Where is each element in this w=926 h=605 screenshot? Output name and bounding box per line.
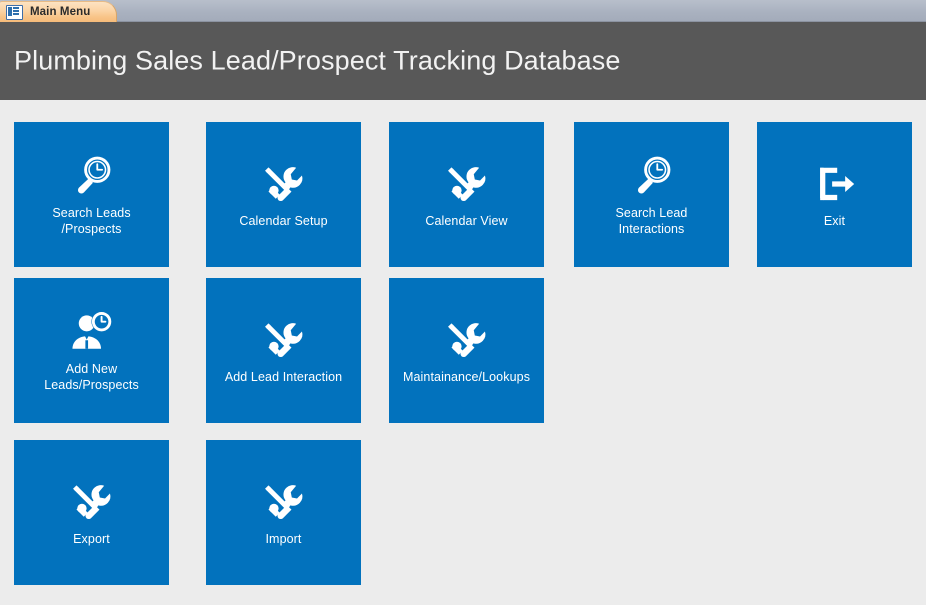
page-header: Plumbing Sales Lead/Prospect Tracking Da… [0, 22, 926, 100]
tools-icon [264, 322, 302, 357]
main-menu-tile-grid: Search Leads /Prospects Calendar Setup C… [0, 100, 926, 605]
tile-maintainance-lookups[interactable]: Maintainance/Lookups [389, 278, 544, 423]
tools-icon [447, 166, 485, 201]
tile-export[interactable]: Export [14, 440, 169, 585]
tile-search-leads-prospects[interactable]: Search Leads /Prospects [14, 122, 169, 267]
tile-label-calendar-view: Calendar View [425, 213, 508, 228]
tile-add-new-leads-prospects[interactable]: Add New Leads/Prospects [14, 278, 169, 423]
tools-icon [264, 484, 302, 519]
tile-import[interactable]: Import [206, 440, 361, 585]
form-grid-icon [6, 4, 23, 20]
document-tab-strip: Main Menu [0, 0, 926, 22]
tile-label-calendar-setup: Calendar Setup [239, 213, 328, 228]
magnifier-clock-icon [637, 156, 670, 193]
tab-main-menu-label: Main Menu [30, 6, 91, 18]
tile-add-lead-interaction[interactable]: Add Lead Interaction [206, 278, 361, 423]
tab-main-menu[interactable]: Main Menu [0, 1, 118, 22]
tools-icon [72, 484, 110, 519]
page-title: Plumbing Sales Lead/Prospect Tracking Da… [14, 45, 621, 76]
person-clock-icon [71, 310, 112, 349]
tile-label-search-leads-prospects: Search Leads /Prospects [52, 205, 131, 236]
tile-label-exit: Exit [823, 213, 846, 228]
magnifier-clock-icon [77, 156, 110, 193]
tile-calendar-setup[interactable]: Calendar Setup [206, 122, 361, 267]
tile-label-search-lead-interactions: Search Lead Interactions [615, 205, 688, 236]
exit-door-icon [819, 167, 854, 200]
tile-calendar-view[interactable]: Calendar View [389, 122, 544, 267]
tile-search-lead-interactions[interactable]: Search Lead Interactions [574, 122, 729, 267]
tile-label-maintainance-lookups: Maintainance/Lookups [402, 369, 531, 384]
tile-label-import: Import [265, 531, 302, 546]
tile-exit[interactable]: Exit [757, 122, 912, 267]
tile-label-add-lead-interaction: Add Lead Interaction [224, 369, 343, 384]
tools-icon [447, 322, 485, 357]
tools-icon [264, 166, 302, 201]
tile-label-export: Export [73, 531, 110, 546]
tile-label-add-new-leads-prospects: Add New Leads/Prospects [44, 361, 139, 392]
